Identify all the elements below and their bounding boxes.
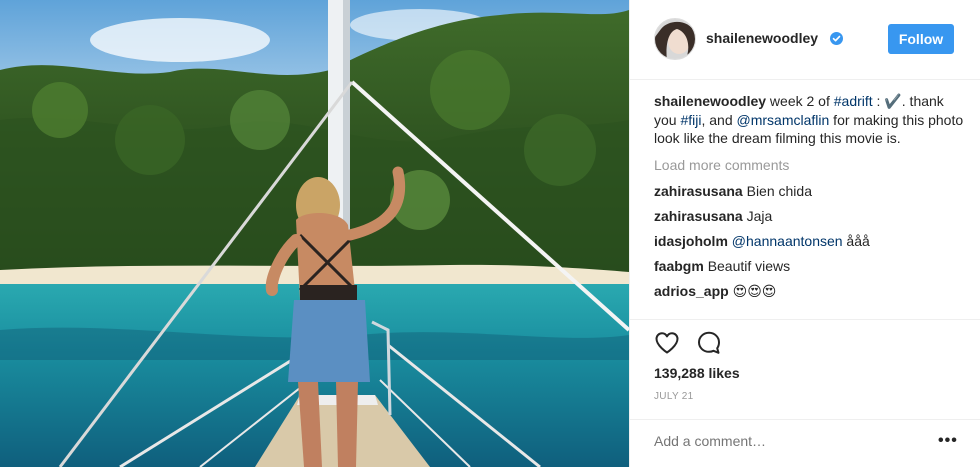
comment-username[interactable]: zahirasusana bbox=[654, 208, 743, 224]
comment-item: adrios_app 😍😍😍 bbox=[654, 282, 964, 301]
caption-text: week 2 of bbox=[766, 93, 834, 109]
heart-icon[interactable] bbox=[654, 330, 680, 356]
author-avatar[interactable] bbox=[654, 18, 696, 60]
load-more-comments-link[interactable]: Load more comments bbox=[654, 156, 964, 175]
comments-list: shailenewoodley week 2 of #adrift : ✔️. … bbox=[654, 92, 964, 307]
comment-text: 😍😍😍 bbox=[732, 283, 777, 299]
comment-item: zahirasusana Bien chida bbox=[654, 182, 964, 201]
comment-username[interactable]: faabgm bbox=[654, 258, 704, 274]
speech-bubble-icon[interactable] bbox=[696, 330, 722, 356]
post-sidebar: shailenewoodley Follow shailenewoodley w… bbox=[629, 0, 980, 467]
comment-username[interactable]: zahirasusana bbox=[654, 183, 743, 199]
comment-item: idasjoholm @hannaantonsen ååå bbox=[654, 232, 964, 251]
follow-button[interactable]: Follow bbox=[888, 24, 954, 54]
comment-item: zahirasusana Jaja bbox=[654, 207, 964, 226]
comment-text: Bien chida bbox=[746, 183, 812, 199]
comment-text: ååå bbox=[842, 233, 870, 249]
avatar-image bbox=[655, 19, 695, 59]
post-date[interactable]: JULY 21 bbox=[654, 391, 694, 402]
comment-item: faabgm Beautif views bbox=[654, 257, 964, 276]
post-actions: 139,288 likes JULY 21 bbox=[630, 319, 980, 419]
likes-count[interactable]: 139,288 likes bbox=[654, 365, 740, 381]
caption-username[interactable]: shailenewoodley bbox=[654, 93, 766, 109]
hashtag-link[interactable]: #fiji bbox=[680, 112, 701, 128]
comment-username[interactable]: idasjoholm bbox=[654, 233, 728, 249]
verified-badge-icon bbox=[830, 32, 843, 45]
caption-text: , and bbox=[701, 111, 737, 128]
post-photo[interactable] bbox=[0, 0, 629, 467]
post-header: shailenewoodley Follow bbox=[630, 0, 980, 80]
comment-text: Beautif views bbox=[707, 258, 791, 274]
comment-text: Jaja bbox=[746, 208, 773, 224]
hashtag-link[interactable]: #adrift bbox=[834, 93, 873, 109]
post-caption: shailenewoodley week 2 of #adrift : ✔️. … bbox=[654, 92, 964, 148]
mention-link[interactable]: @hannaantonsen bbox=[732, 233, 843, 249]
more-options-icon[interactable]: ••• bbox=[938, 432, 958, 450]
comment-username[interactable]: adrios_app bbox=[654, 283, 729, 299]
author-username[interactable]: shailenewoodley bbox=[706, 30, 818, 46]
add-comment-bar: ••• bbox=[630, 419, 980, 467]
mention-link[interactable]: @mrsamclaflin bbox=[737, 112, 830, 128]
add-comment-input[interactable] bbox=[654, 433, 914, 449]
photo-scene bbox=[0, 0, 629, 467]
